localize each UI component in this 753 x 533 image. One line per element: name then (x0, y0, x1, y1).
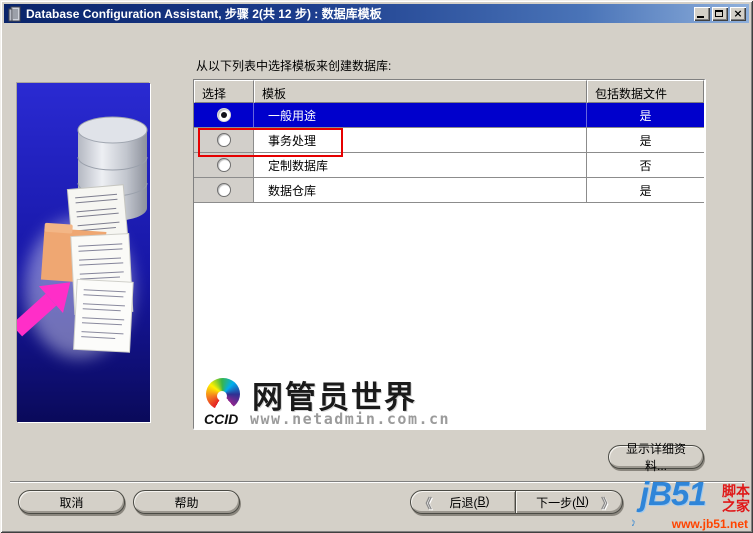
jb51-logo-name: jB51 (640, 475, 707, 512)
radio-cell[interactable] (194, 128, 254, 152)
decorative-notes-icon: ♪ (628, 514, 638, 530)
close-icon: × (733, 7, 743, 20)
table-row-general-purpose[interactable]: 一般用途 是 (194, 103, 704, 128)
column-header-select: 选择 (194, 80, 254, 103)
template-name-cell[interactable]: 一般用途 (254, 103, 587, 127)
document-illustration (73, 278, 134, 353)
datafiles-cell: 是 (639, 133, 652, 148)
radio-transaction-processing[interactable] (216, 133, 231, 147)
table-row-custom-database[interactable]: 定制数据库 否 (194, 153, 704, 178)
close-button[interactable]: × (730, 6, 746, 21)
instruction-label: 从以下列表中选择模板来创建数据库: (196, 59, 392, 73)
next-button-label: 下一步(N) (536, 493, 589, 510)
back-button-label: 后退(B) (449, 493, 490, 510)
window-title: Database Configuration Assistant, 步骤 2(共… (26, 7, 382, 21)
template-table: 选择 模板 包括数据文件 一般用途 是 事务处理 是 定制数据库 否 数据仓库 … (193, 79, 706, 430)
radio-cell[interactable] (194, 103, 254, 127)
datafiles-cell: 是 (587, 103, 704, 127)
datafiles-cell: 否 (639, 158, 652, 173)
back-button[interactable]: 《 后退(B) (410, 490, 516, 514)
minimize-button[interactable] (694, 6, 710, 21)
table-row-transaction-processing[interactable]: 事务处理 是 (194, 128, 704, 153)
double-chevron-right-icon: 》 (600, 495, 614, 511)
maximize-button[interactable] (712, 6, 728, 21)
jb51-tagline-bottom: 之家 (722, 498, 750, 514)
netadmin-watermark: 网管员世界 CCID www.netadmin.com.cn (202, 378, 642, 430)
radio-data-warehouse[interactable] (216, 183, 231, 197)
minimize-icon (697, 15, 704, 18)
titlebar[interactable]: Database Configuration Assistant, 步骤 2(共… (4, 4, 749, 23)
radio-custom-database[interactable] (216, 158, 231, 172)
watermark-org: CCID (204, 411, 239, 427)
sidebar-artwork (17, 83, 150, 422)
next-button[interactable]: 下一步(N) 》 (516, 490, 623, 514)
column-header-template: 模板 (254, 80, 587, 103)
jb51-logo: ♪ jB51 脚本 之家 www.jb51.net (628, 475, 752, 531)
template-name-cell[interactable]: 定制数据库 (254, 153, 587, 177)
watermark-url: www.netadmin.com.cn (250, 410, 451, 428)
app-icon (7, 6, 23, 22)
double-chevron-left-icon: 《 (419, 495, 433, 511)
show-details-button[interactable]: 显示详细资料... (608, 442, 704, 473)
window-controls: × (694, 6, 746, 21)
radio-general-purpose[interactable] (216, 108, 231, 122)
radio-cell[interactable] (194, 178, 254, 202)
radio-cell[interactable] (194, 153, 254, 177)
help-button[interactable]: 帮助 (133, 490, 240, 514)
jb51-url: www.jb51.net (671, 517, 748, 531)
template-name-cell[interactable]: 数据仓库 (254, 178, 587, 202)
cancel-button[interactable]: 取消 (18, 490, 125, 514)
table-row-data-warehouse[interactable]: 数据仓库 是 (194, 178, 704, 203)
template-name-cell[interactable]: 事务处理 (254, 128, 587, 152)
column-header-datafiles: 包括数据文件 (587, 80, 704, 103)
maximize-icon (715, 9, 723, 17)
table-header: 选择 模板 包括数据文件 (194, 80, 704, 103)
datafiles-cell: 是 (639, 183, 652, 198)
ccid-fan-icon (206, 378, 240, 410)
dbca-window: Database Configuration Assistant, 步骤 2(共… (0, 0, 753, 533)
